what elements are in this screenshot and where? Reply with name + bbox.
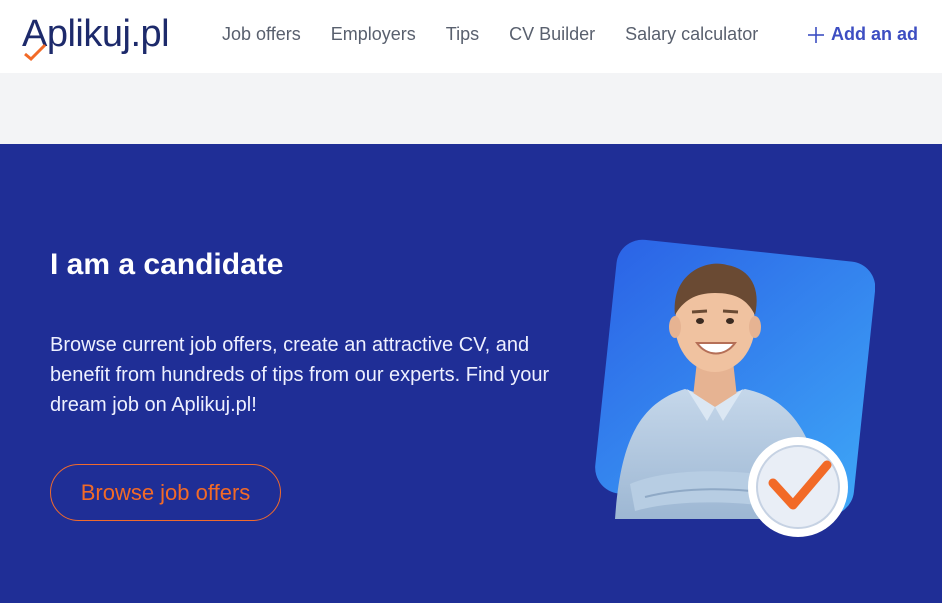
add-ad-label: Add an ad — [830, 24, 918, 44]
nav-salary-calculator[interactable]: Salary calculator — [625, 24, 758, 45]
candidate-illustration — [575, 229, 876, 544]
plus-icon — [807, 26, 824, 43]
nav-job-offers[interactable]: Job offers — [222, 24, 301, 45]
candidate-section: I am a candidate Browse current job offe… — [0, 144, 942, 603]
section-description: Browse current job offers, create an att… — [50, 334, 550, 416]
nav-tips[interactable]: Tips — [446, 24, 479, 45]
nav-employers[interactable]: Employers — [331, 24, 416, 45]
spacer-band — [0, 73, 942, 144]
logo-text: plikuj.pl — [46, 12, 170, 55]
browse-job-offers-button[interactable]: Browse job offers — [50, 464, 281, 521]
nav-cv-builder[interactable]: CV Builder — [509, 24, 595, 45]
top-navigation-bar: A plikuj.pl Job offers Employers Tips CV… — [0, 0, 942, 73]
main-nav: Job offers Employers Tips CV Builder Sal… — [222, 24, 788, 45]
add-ad-button[interactable]: Add an ad — [807, 24, 918, 45]
site-logo[interactable]: A plikuj.pl — [22, 12, 170, 62]
checkmark-badge-icon — [748, 437, 848, 537]
section-title: I am a candidate — [50, 248, 284, 281]
